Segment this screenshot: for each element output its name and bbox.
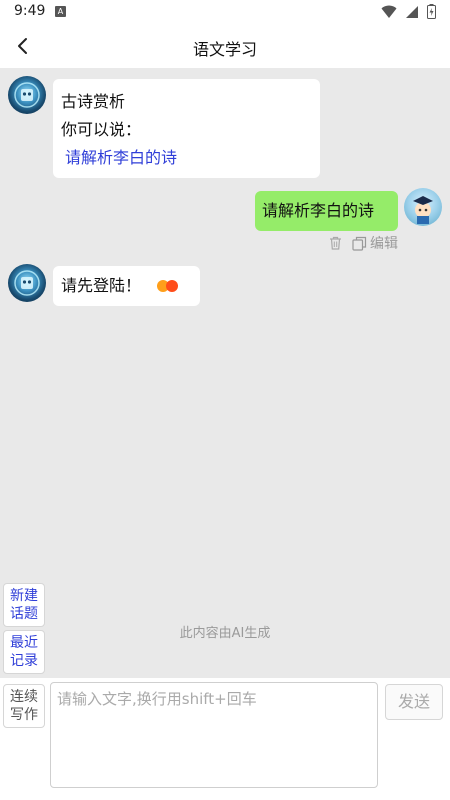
notification-icon: A	[55, 6, 66, 17]
user-avatar	[404, 188, 442, 226]
button-label-line: 连续	[10, 689, 38, 705]
bot-message-login: 请先登陆！	[53, 266, 200, 306]
battery-icon	[427, 4, 436, 19]
button-label-line: 新建	[10, 588, 38, 604]
message-line: 你可以说：	[61, 120, 142, 139]
copy-icon	[352, 236, 367, 251]
composer: 连续 写作 发送	[0, 678, 450, 800]
wifi-icon	[381, 5, 397, 18]
message-line: 古诗赏析	[61, 92, 126, 111]
message-input[interactable]	[50, 682, 378, 788]
button-label-line: 记录	[10, 653, 38, 669]
nav-bar: 语文学习	[0, 24, 450, 68]
bot-avatar	[8, 76, 46, 114]
message-text: 请先登陆！	[61, 276, 142, 295]
robot-icon	[14, 270, 40, 296]
robot-icon	[14, 82, 40, 108]
edit-label: 编辑	[370, 236, 398, 252]
status-icons	[381, 4, 436, 19]
suggestion-link[interactable]: 请解析李白的诗	[61, 144, 312, 172]
typing-dot	[166, 280, 179, 292]
recent-records-button[interactable]: 最近 记录	[3, 630, 45, 674]
continuous-writing-button[interactable]: 连续 写作	[3, 684, 45, 728]
bot-message-intro: 古诗赏析 你可以说： 请解析李白的诗	[53, 79, 320, 178]
typing-indicator	[157, 280, 179, 292]
message-actions: 编辑	[329, 233, 398, 253]
bot-avatar	[8, 264, 46, 302]
user-message: 请解析李白的诗	[255, 191, 398, 231]
student-icon	[413, 196, 433, 224]
delete-button[interactable]	[329, 236, 342, 250]
signal-icon	[406, 5, 418, 18]
status-time: 9:49	[14, 3, 46, 19]
button-label-line: 话题	[10, 606, 38, 622]
new-topic-button[interactable]: 新建 话题	[3, 583, 45, 627]
status-bar: 9:49 A	[0, 0, 450, 24]
trash-icon	[330, 236, 341, 250]
button-label-line: 写作	[10, 707, 38, 723]
edit-button[interactable]: 编辑	[352, 233, 398, 253]
ai-disclaimer: 此内容由AI生成	[179, 626, 271, 641]
button-label-line: 最近	[10, 635, 38, 651]
send-button[interactable]: 发送	[385, 684, 443, 720]
page-title: 语文学习	[192, 40, 257, 59]
